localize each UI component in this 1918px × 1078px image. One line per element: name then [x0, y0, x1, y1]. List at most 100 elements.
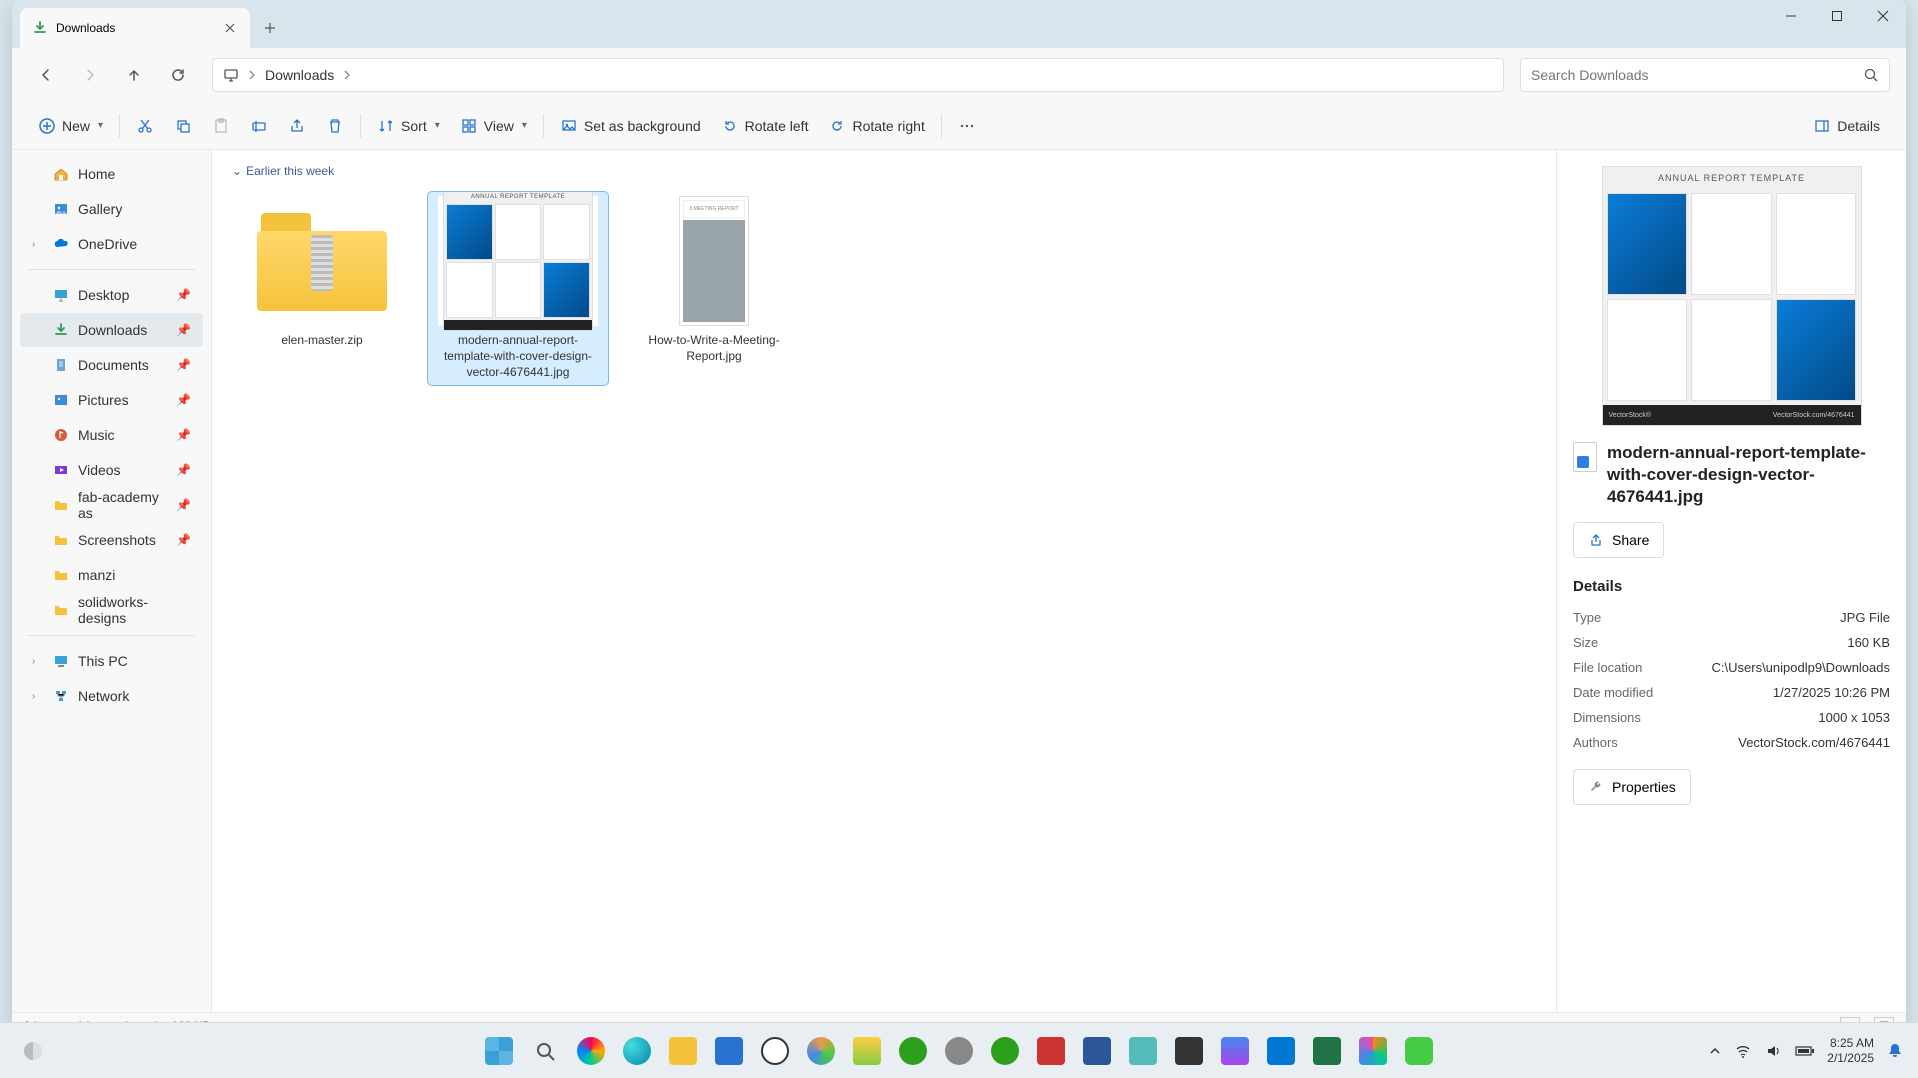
close-button[interactable]: [1860, 0, 1906, 32]
separator: [941, 114, 942, 138]
search-input[interactable]: [1531, 67, 1863, 83]
taskbar-app-quickbooks[interactable]: [892, 1030, 934, 1072]
paste-button[interactable]: [202, 108, 240, 144]
taskbar-app-explorer[interactable]: [662, 1030, 704, 1072]
rotate-right-button[interactable]: Rotate right: [818, 108, 934, 144]
sidebar-item-manzi[interactable]: manzi: [20, 558, 203, 592]
sidebar-item-desktop[interactable]: Desktop 📌: [20, 278, 203, 312]
taskbar-app-settings[interactable]: [938, 1030, 980, 1072]
file-title: modern-annual-report-template-with-cover…: [1607, 442, 1890, 508]
separator: [543, 114, 544, 138]
sidebar-item-thispc[interactable]: › This PC: [20, 644, 203, 678]
sidebar-item-screenshots[interactable]: Screenshots 📌: [20, 523, 203, 557]
chevron-right-icon: [342, 70, 352, 80]
address-path[interactable]: Downloads: [212, 58, 1504, 92]
folder-icon: [52, 496, 70, 514]
sidebar-item-pictures[interactable]: Pictures 📌: [20, 383, 203, 417]
taskbar-app-terminal[interactable]: [1168, 1030, 1210, 1072]
sidebar-item-solidworks[interactable]: solidworks-designs: [20, 593, 203, 627]
taskbar-app-dell[interactable]: [754, 1030, 796, 1072]
share-button[interactable]: [278, 108, 316, 144]
delete-button[interactable]: [316, 108, 354, 144]
tab-close-button[interactable]: [222, 20, 238, 36]
search-box[interactable]: [1520, 58, 1890, 92]
taskbar-app[interactable]: [846, 1030, 888, 1072]
refresh-button[interactable]: [160, 57, 196, 93]
sidebar-label: solidworks-designs: [78, 594, 191, 626]
sort-button[interactable]: Sort ▾: [367, 108, 450, 144]
file-item[interactable]: 5 MEETING REPORT How-to-Write-a-Meeting-…: [624, 192, 804, 385]
file-item[interactable]: ANNUAL REPORT TEMPLATE modern-annual-rep…: [428, 192, 608, 385]
group-header[interactable]: ⌄ Earlier this week: [228, 158, 1540, 184]
rotate-left-label: Rotate left: [745, 118, 809, 134]
taskbar-app[interactable]: [1398, 1030, 1440, 1072]
sidebar-item-music[interactable]: Music 📌: [20, 418, 203, 452]
sidebar-item-documents[interactable]: Documents 📌: [20, 348, 203, 382]
sort-label: Sort: [401, 118, 427, 134]
file-list[interactable]: ⌄ Earlier this week elen-master.zip: [212, 150, 1556, 1012]
tab-downloads[interactable]: Downloads: [20, 8, 250, 48]
path-segment[interactable]: Downloads: [265, 67, 334, 83]
rename-button[interactable]: [240, 108, 278, 144]
sidebar: Home Gallery › OneDrive Desktop 📌: [12, 150, 212, 1012]
taskbar-app-solidworks[interactable]: [1030, 1030, 1072, 1072]
details-toggle-button[interactable]: Details: [1803, 108, 1890, 144]
taskbar-app-copilot[interactable]: [570, 1030, 612, 1072]
volume-icon[interactable]: [1763, 1041, 1783, 1061]
preview-image: ANNUAL REPORT TEMPLATE VectorStock® Vect…: [1602, 166, 1862, 426]
copy-button[interactable]: [164, 108, 202, 144]
sidebar-item-fab[interactable]: fab-academy as 📌: [20, 488, 203, 522]
new-button[interactable]: New ▾: [28, 108, 113, 144]
rename-icon: [250, 117, 268, 135]
file-name: How-to-Write-a-Meeting-Report.jpg: [629, 332, 799, 364]
image-thumbnail: ANNUAL REPORT TEMPLATE: [443, 191, 593, 331]
pictures-icon: [52, 391, 70, 409]
maximize-button[interactable]: [1814, 0, 1860, 32]
taskbar-app-chrome[interactable]: [800, 1030, 842, 1072]
taskbar-app-edge[interactable]: [616, 1030, 658, 1072]
separator: [360, 114, 361, 138]
cut-button[interactable]: [126, 108, 164, 144]
notifications-icon[interactable]: [1884, 1040, 1906, 1062]
wifi-icon[interactable]: [1733, 1041, 1753, 1061]
chevron-right-icon: ›: [32, 691, 44, 702]
sidebar-item-onedrive[interactable]: › OneDrive: [20, 227, 203, 261]
tray-chevron-icon[interactable]: [1707, 1043, 1723, 1059]
start-button[interactable]: [478, 1030, 520, 1072]
sidebar-label: manzi: [78, 567, 191, 583]
taskbar-app-store[interactable]: [708, 1030, 750, 1072]
sidebar-label: This PC: [78, 653, 191, 669]
zip-folder-icon: [257, 211, 387, 311]
taskbar-app-word[interactable]: [1076, 1030, 1118, 1072]
sidebar-item-videos[interactable]: Videos 📌: [20, 453, 203, 487]
sidebar-item-home[interactable]: Home: [20, 157, 203, 191]
clock[interactable]: 8:25 AM 2/1/2025: [1827, 1036, 1874, 1065]
taskbar-app[interactable]: [1352, 1030, 1394, 1072]
set-background-button[interactable]: Set as background: [550, 108, 711, 144]
share-button[interactable]: Share: [1573, 522, 1664, 558]
file-item[interactable]: elen-master.zip: [232, 192, 412, 385]
battery-icon[interactable]: [1793, 1043, 1817, 1059]
more-button[interactable]: [948, 108, 986, 144]
properties-button[interactable]: Properties: [1573, 769, 1691, 805]
sidebar-item-network[interactable]: › Network: [20, 679, 203, 713]
rotate-left-button[interactable]: Rotate left: [711, 108, 819, 144]
taskbar-app-excel[interactable]: [1306, 1030, 1348, 1072]
home-icon: [52, 165, 70, 183]
view-label: View: [484, 118, 514, 134]
up-button[interactable]: [116, 57, 152, 93]
minimize-button[interactable]: [1768, 0, 1814, 32]
weather-widget[interactable]: [12, 1030, 54, 1072]
back-button[interactable]: [28, 57, 64, 93]
search-button[interactable]: [524, 1030, 566, 1072]
taskbar-app[interactable]: [1214, 1030, 1256, 1072]
taskbar-app-vscode[interactable]: [1260, 1030, 1302, 1072]
new-tab-button[interactable]: [254, 12, 286, 44]
taskbar-app-quickbooks[interactable]: [984, 1030, 1026, 1072]
sidebar-item-downloads[interactable]: Downloads 📌: [20, 313, 203, 347]
sidebar-label: Screenshots: [78, 532, 168, 548]
view-button[interactable]: View ▾: [450, 108, 537, 144]
forward-button[interactable]: [72, 57, 108, 93]
taskbar-app-notepad[interactable]: [1122, 1030, 1164, 1072]
sidebar-item-gallery[interactable]: Gallery: [20, 192, 203, 226]
